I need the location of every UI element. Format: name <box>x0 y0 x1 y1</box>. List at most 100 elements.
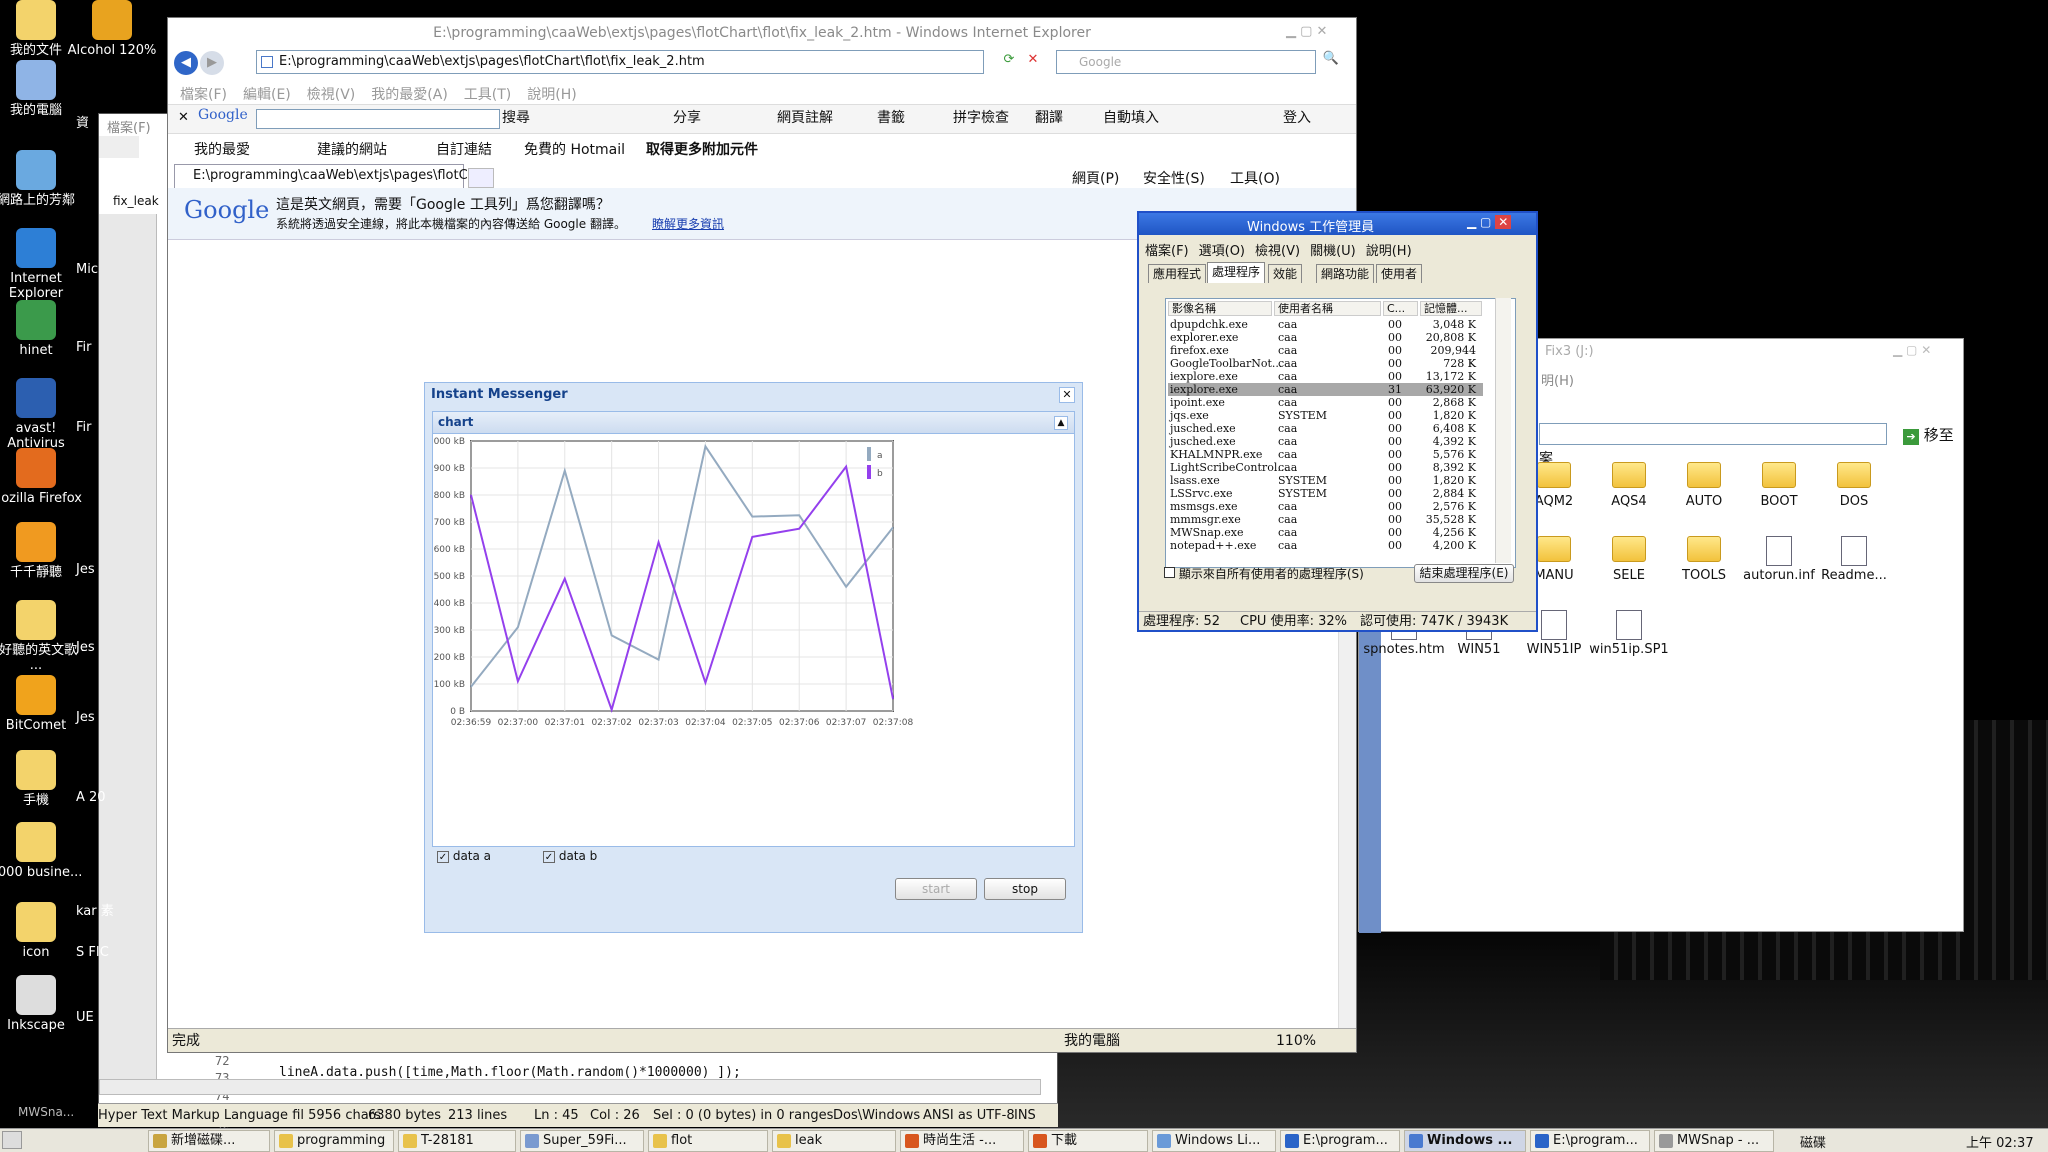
process-row[interactable]: explorer.exe caa 00 20,808 K <box>1168 331 1483 344</box>
explorer-window-controls[interactable]: ▁ ▢ ✕ <box>1893 343 1931 357</box>
ie-tab[interactable]: E:\programming\caaWeb\extjs\pages\flotCh… <box>174 164 488 188</box>
process-scrollbar[interactable] <box>1495 298 1511 563</box>
process-row[interactable]: dpupdchk.exe caa 00 3,048 K <box>1168 318 1483 331</box>
ie-menu-item[interactable]: 說明(H) <box>527 84 576 104</box>
favorites-item[interactable]: 免費的 Hotmail <box>524 139 625 159</box>
taskbar-left-label[interactable]: MWSna... <box>18 1105 74 1119</box>
desktop-icon[interactable]: Mozilla Firefox <box>0 448 86 506</box>
google-toolbar-item[interactable]: 登入 <box>1283 107 1311 127</box>
process-row[interactable]: jusched.exe caa 00 6,408 K <box>1168 422 1483 435</box>
desktop-icon[interactable]: Alcohol 120% <box>62 0 162 58</box>
taskmanager-tab[interactable]: 效能 <box>1268 264 1303 283</box>
google-toolbar-item[interactable]: 翻譯 <box>1035 107 1063 127</box>
desktop-icon[interactable]: hinet <box>0 300 86 358</box>
end-process-button[interactable]: 結束處理程序(E) <box>1414 564 1514 583</box>
taskmanager-menu-item[interactable]: 檔案(F) <box>1145 240 1189 259</box>
ie-command-item[interactable]: 安全性(S) <box>1143 168 1205 188</box>
start-button[interactable] <box>2 1131 22 1149</box>
google-toolbar-item[interactable]: 搜尋 <box>502 107 530 127</box>
desktop-icon[interactable]: Inkscape <box>0 975 86 1033</box>
process-row[interactable]: firefox.exe caa 00 209,944 K <box>1168 344 1483 370</box>
taskmanager-menu-item[interactable]: 說明(H) <box>1366 240 1412 259</box>
taskbar-button[interactable]: Windows ... <box>1404 1130 1526 1152</box>
process-row[interactable]: KHALMNPR.exe caa 00 5,576 K <box>1168 448 1483 461</box>
process-header[interactable]: 記憶體... <box>1420 301 1482 316</box>
ie-back-button[interactable]: ◀ <box>174 51 198 75</box>
process-row[interactable]: jqs.exe SYSTEM 00 1,820 K <box>1168 409 1483 422</box>
ie-new-tab[interactable] <box>468 168 494 188</box>
taskbar-button[interactable]: 時尚生活 -... <box>900 1130 1024 1152</box>
ie-menu-item[interactable]: 編輯(E) <box>243 84 291 104</box>
desktop-icon[interactable]: 我的電腦 <box>0 60 86 118</box>
process-row[interactable]: LSSrvc.exe SYSTEM 00 2,884 K <box>1168 487 1483 500</box>
explorer-go-button[interactable]: ➔ 移至 <box>1903 424 1954 445</box>
taskbar-button[interactable]: E:\program... <box>1530 1130 1650 1152</box>
process-row[interactable]: notepad++.exe caa 00 4,200 K <box>1168 539 1483 552</box>
google-toolbar-close[interactable]: ✕ <box>178 110 189 125</box>
editor-hscroll[interactable] <box>99 1079 1041 1095</box>
ie-refresh-button[interactable]: ⟳ <box>999 52 1019 72</box>
process-row[interactable]: iexplore.exe caa 00 13,172 K <box>1168 370 1483 383</box>
collapse-icon[interactable]: ▲ <box>1054 416 1068 430</box>
ie-search-box[interactable]: Google <box>1056 50 1316 74</box>
favorites-item[interactable]: 我的最愛 <box>194 139 250 159</box>
taskmanager-menu-item[interactable]: 選項(O) <box>1199 240 1245 259</box>
favorites-item[interactable]: 取得更多附加元件 <box>646 139 758 159</box>
taskbar-button[interactable]: Windows Li... <box>1152 1130 1276 1152</box>
process-row[interactable]: LightScribeControl... caa 00 8,392 K <box>1168 461 1483 474</box>
ie-search-button[interactable]: 🔍 <box>1318 51 1344 73</box>
explorer-address[interactable] <box>1539 423 1887 445</box>
start-button[interactable]: start <box>895 878 977 900</box>
taskbar-button[interactable]: leak <box>772 1130 896 1152</box>
desktop-icon[interactable]: icon <box>0 902 86 960</box>
taskbar-button[interactable]: programming <box>274 1130 394 1152</box>
show-all-users-checkbox[interactable]: 顯示來自所有使用者的處理程序(S) <box>1164 565 1364 582</box>
taskbar-button[interactable]: T-28181 <box>398 1130 516 1152</box>
ie-stop-button[interactable]: ✕ <box>1023 52 1043 72</box>
desktop-icon[interactable]: 手機 <box>0 750 86 808</box>
process-row[interactable]: mmmsgr.exe caa 00 35,528 K <box>1168 513 1483 526</box>
favorites-item[interactable]: 建議的網站 <box>317 139 387 159</box>
google-toolbar-item[interactable]: 拼字檢查 <box>953 107 1009 127</box>
process-header[interactable]: C... <box>1383 301 1418 316</box>
desktop-icon[interactable]: Internet Explorer <box>0 228 86 301</box>
taskbar-button[interactable]: Super_59Fi... <box>520 1130 644 1152</box>
desktop-icon[interactable]: 爆好聽的英文歌 - ... <box>0 600 86 673</box>
process-row[interactable]: iexplore.exe caa 31 63,920 K <box>1168 383 1483 396</box>
process-row[interactable]: ipoint.exe caa 00 2,868 K <box>1168 396 1483 409</box>
messenger-close-button[interactable]: ✕ <box>1059 387 1075 403</box>
check-data-a[interactable]: ✓ data a <box>437 849 491 863</box>
taskmanager-menu-item[interactable]: 檢視(V) <box>1255 240 1300 259</box>
file-item[interactable]: win51ip.SP1 <box>1584 610 1674 657</box>
google-toolbar-item[interactable]: 網頁註解 <box>777 107 833 127</box>
taskmanager-tab[interactable]: 網路功能 <box>1316 264 1375 283</box>
taskmanager-tab[interactable]: 應用程式 <box>1148 264 1207 283</box>
ie-menu-item[interactable]: 工具(T) <box>464 84 511 104</box>
google-toolbar-item[interactable]: 書籤 <box>877 107 905 127</box>
process-row[interactable]: lsass.exe SYSTEM 00 1,820 K <box>1168 474 1483 487</box>
process-row[interactable]: GoogleToolbarNot... caa 00 728 K <box>1168 357 1483 370</box>
ie-menu-item[interactable]: 檢視(V) <box>307 84 356 104</box>
ie-command-item[interactable]: 網頁(P) <box>1072 168 1119 188</box>
editor-menu[interactable]: 檔案(F) <box>107 117 151 136</box>
taskbar-button[interactable]: flot <box>648 1130 768 1152</box>
ie-zoom[interactable]: 110% <box>1276 1029 1316 1053</box>
taskbar-button[interactable]: E:\program... <box>1280 1130 1400 1152</box>
process-row[interactable]: jusched.exe caa 00 4,392 K <box>1168 435 1483 448</box>
translate-learn-more-link[interactable]: 瞭解更多資訊 <box>652 215 724 232</box>
file-item[interactable]: Readme... <box>1809 536 1899 583</box>
ie-command-item[interactable]: 工具(O) <box>1230 168 1280 188</box>
google-toolbar-item[interactable]: 分享 <box>673 107 701 127</box>
google-search-input[interactable] <box>256 109 500 129</box>
ie-menu-item[interactable]: 我的最愛(A) <box>371 84 448 104</box>
folder-item[interactable]: DOS <box>1809 462 1899 509</box>
taskmanager-tab[interactable]: 使用者 <box>1376 264 1423 283</box>
ie-window-controls[interactable]: ▁ ▢ ✕ <box>1286 24 1327 39</box>
ie-forward-button[interactable]: ▶ <box>200 51 224 75</box>
explorer-menu[interactable]: 明(H) <box>1541 370 1574 389</box>
ie-menu-item[interactable]: 檔案(F) <box>180 84 227 104</box>
process-header[interactable]: 使用者名稱 <box>1274 301 1381 316</box>
desktop-icon[interactable]: 網路上的芳鄰 <box>0 150 86 208</box>
taskmanager-menu-item[interactable]: 關機(U) <box>1310 240 1356 259</box>
ie-address-bar[interactable]: E:\programming\caaWeb\extjs\pages\flotCh… <box>256 50 984 74</box>
